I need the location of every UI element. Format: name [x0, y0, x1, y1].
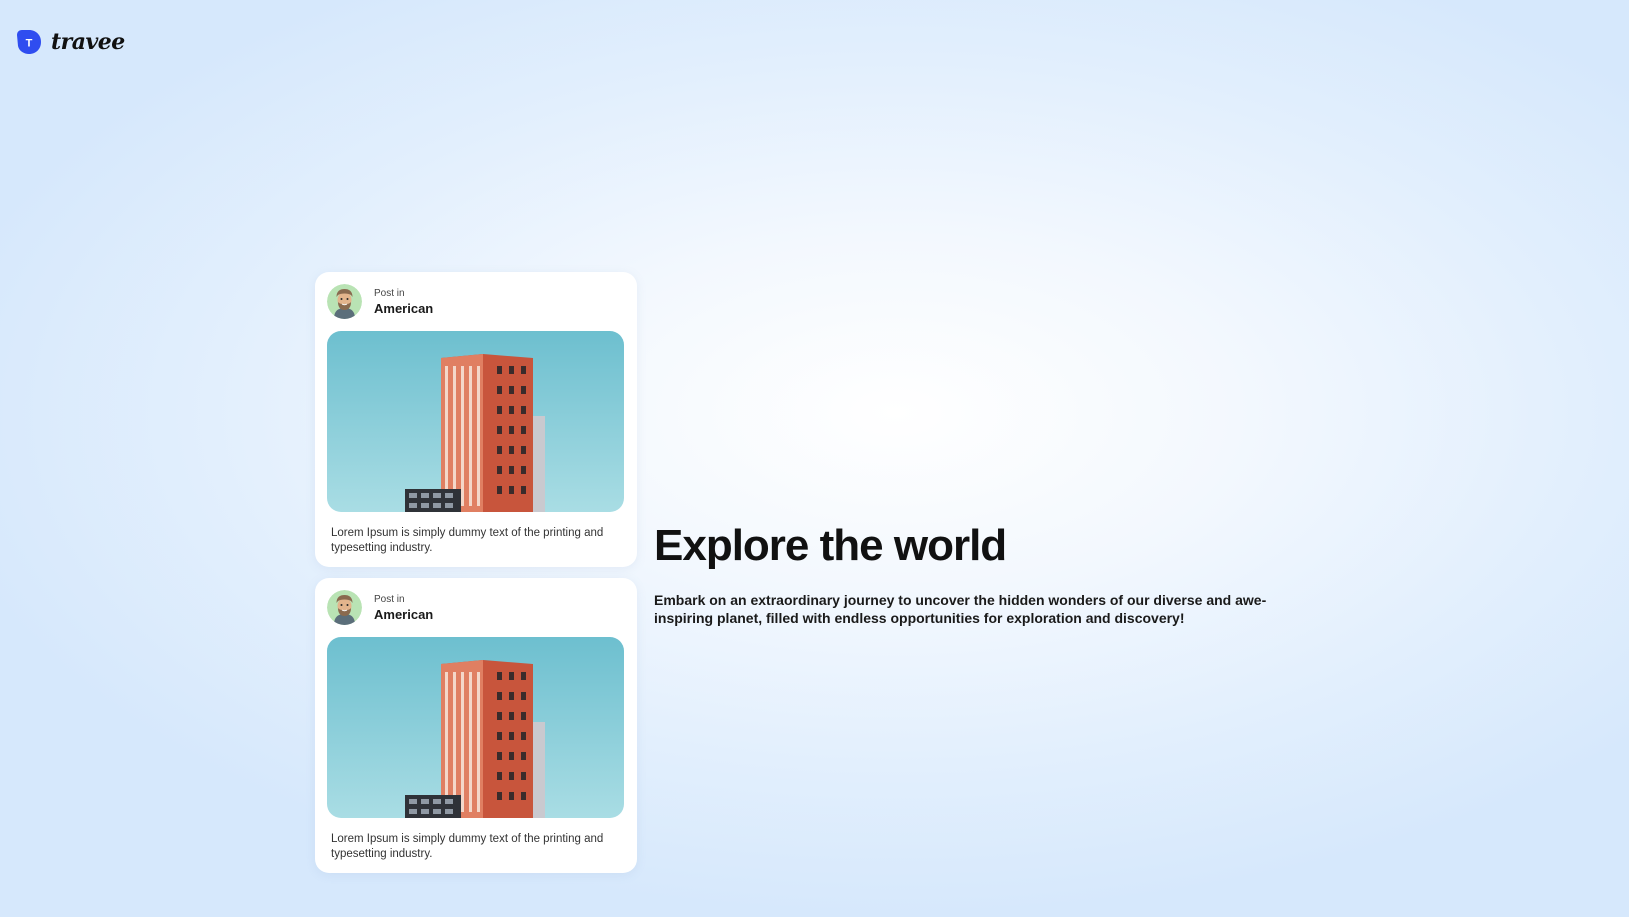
brand-name: travee: [51, 29, 125, 55]
post-location[interactable]: American: [374, 606, 433, 623]
post-caption: Lorem Ipsum is simply dummy text of the …: [331, 833, 604, 860]
hero-title: Explore the world: [654, 521, 1007, 570]
user-avatar-icon[interactable]: [327, 590, 362, 625]
user-avatar-icon[interactable]: [327, 284, 362, 319]
svg-text:T: T: [26, 38, 33, 50]
hero-description: Embark on an extraordinary journey to un…: [654, 592, 1267, 626]
post-location[interactable]: American: [374, 300, 433, 317]
post-header: Post in American: [327, 284, 433, 319]
brand-logo[interactable]: T travee: [16, 29, 125, 55]
post-card[interactable]: Post in American Lorem Ipsum is simply d…: [315, 272, 637, 567]
post-image[interactable]: [327, 331, 624, 512]
post-caption: Lorem Ipsum is simply dummy text of the …: [331, 527, 604, 554]
travee-logo-icon: T: [17, 30, 41, 54]
post-card[interactable]: Post in American Lorem Ipsum is simply d…: [315, 578, 637, 873]
post-label: Post in: [374, 287, 405, 299]
post-image[interactable]: [327, 637, 624, 818]
post-label: Post in: [374, 593, 405, 605]
post-header: Post in American: [327, 590, 433, 625]
